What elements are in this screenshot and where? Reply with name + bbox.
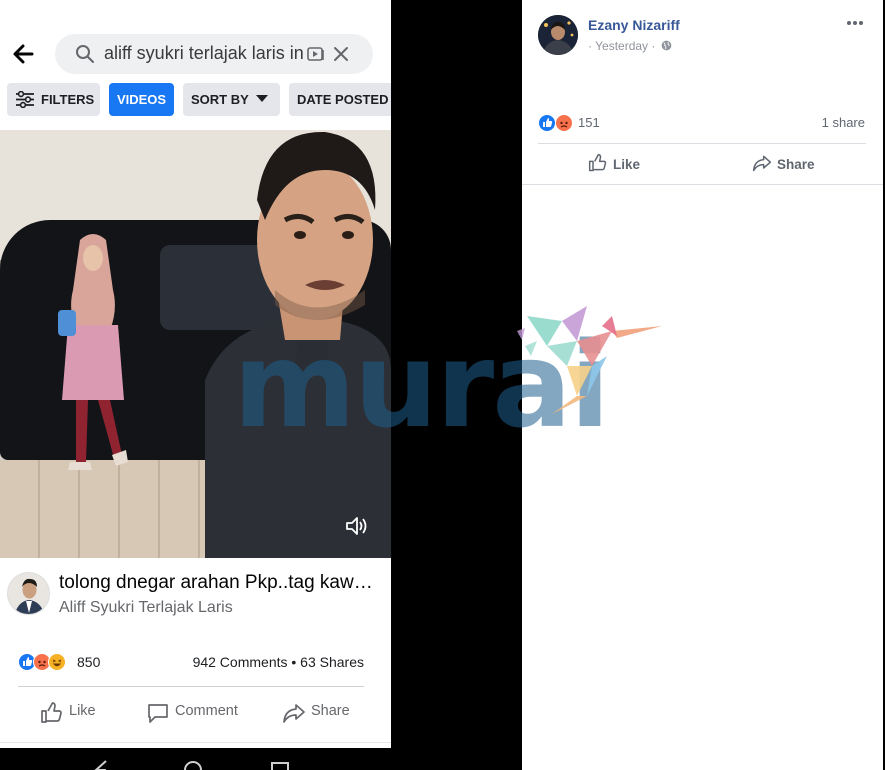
post-author-name[interactable]: Ezany Nizariff bbox=[588, 17, 680, 33]
caret-down-icon bbox=[256, 95, 268, 102]
post-meta: · Yesterday · bbox=[588, 39, 672, 53]
nav-back-icon[interactable] bbox=[92, 760, 112, 770]
comment-button[interactable]: Comment bbox=[146, 699, 256, 727]
comment-icon bbox=[148, 704, 168, 723]
like-button[interactable]: Like bbox=[40, 699, 110, 727]
video-woman-figure bbox=[58, 234, 128, 470]
android-navigation-bar bbox=[0, 748, 391, 770]
post-divider bbox=[18, 686, 364, 687]
post-author-avatar[interactable] bbox=[7, 572, 50, 615]
comment-button-label: Comment bbox=[175, 703, 238, 719]
post-bottom-divider bbox=[0, 742, 391, 743]
like-button[interactable]: Like bbox=[588, 153, 648, 175]
share-button-label: Share bbox=[777, 157, 815, 172]
avatar-person-image bbox=[8, 573, 49, 614]
share-button[interactable]: Share bbox=[752, 153, 822, 175]
nav-home-icon[interactable] bbox=[182, 760, 204, 770]
post-author-avatar[interactable] bbox=[538, 15, 578, 55]
sound-icon[interactable] bbox=[344, 514, 368, 538]
like-reaction-icon bbox=[538, 114, 556, 132]
nav-recent-icon[interactable] bbox=[270, 760, 290, 770]
video-player[interactable] bbox=[0, 130, 391, 558]
post-divider bbox=[538, 143, 866, 144]
sort-by-chip[interactable]: SORT BY bbox=[183, 83, 280, 116]
post-bottom-divider bbox=[522, 184, 883, 185]
share-button-label: Share bbox=[311, 703, 350, 719]
reactions-summary[interactable]: 850 942 Comments • 63 Shares bbox=[18, 650, 368, 674]
share-count[interactable]: 1 share bbox=[822, 115, 865, 130]
video-icon bbox=[307, 47, 324, 61]
share-icon bbox=[283, 704, 305, 723]
back-arrow-icon[interactable] bbox=[10, 40, 38, 68]
search-bar[interactable]: aliff syukri terlajak laris in bbox=[55, 34, 373, 74]
reactions-summary[interactable]: 151 1 share bbox=[538, 112, 868, 134]
filter-chips: FILTERS VIDEOS SORT BY DATE POSTED bbox=[0, 82, 391, 118]
like-button-label: Like bbox=[613, 157, 641, 172]
search-header: aliff syukri terlajak laris in bbox=[0, 0, 391, 80]
sort-by-chip-label: SORT BY bbox=[191, 92, 249, 107]
globe-icon bbox=[661, 40, 672, 51]
comments-shares-count[interactable]: 942 Comments • 63 Shares bbox=[193, 654, 364, 670]
video-man-figure bbox=[205, 131, 391, 558]
post-actions: Like Comment Share bbox=[0, 695, 391, 731]
share-button[interactable]: Share bbox=[282, 699, 362, 727]
filters-chip[interactable]: FILTERS bbox=[7, 83, 100, 116]
search-query[interactable]: aliff syukri terlajak laris in bbox=[104, 43, 304, 64]
mobile-screenshot: aliff syukri terlajak laris in FILTERS V… bbox=[0, 0, 391, 770]
post-actions: Like Share bbox=[522, 150, 883, 178]
like-icon bbox=[588, 153, 607, 172]
reaction-count: 151 bbox=[578, 115, 600, 130]
filter-sliders-icon bbox=[16, 91, 34, 108]
avatar-person-image bbox=[538, 15, 578, 55]
post-author-name[interactable]: Aliff Syukri Terlajak Laris bbox=[59, 599, 233, 617]
desktop-post-card: Ezany Nizariff · Yesterday · 151 1 share… bbox=[522, 0, 883, 770]
close-icon[interactable] bbox=[332, 45, 350, 63]
date-posted-chip[interactable]: DATE POSTED bbox=[289, 83, 391, 116]
post-timestamp[interactable]: · Yesterday · bbox=[588, 39, 655, 53]
haha-reaction-icon bbox=[48, 653, 66, 671]
angry-reaction-icon bbox=[555, 114, 573, 132]
search-icon bbox=[76, 45, 94, 63]
more-options-icon[interactable] bbox=[845, 15, 865, 31]
share-icon bbox=[752, 155, 772, 172]
reaction-count: 850 bbox=[77, 654, 101, 670]
videos-chip[interactable]: VIDEOS bbox=[109, 83, 174, 116]
post-title[interactable]: tolong dnegar arahan Pkp..tag kawa... bbox=[59, 572, 379, 594]
date-posted-chip-label: DATE POSTED bbox=[297, 92, 389, 107]
like-icon bbox=[41, 702, 62, 723]
like-button-label: Like bbox=[69, 703, 96, 719]
filters-chip-label: FILTERS bbox=[41, 92, 95, 107]
